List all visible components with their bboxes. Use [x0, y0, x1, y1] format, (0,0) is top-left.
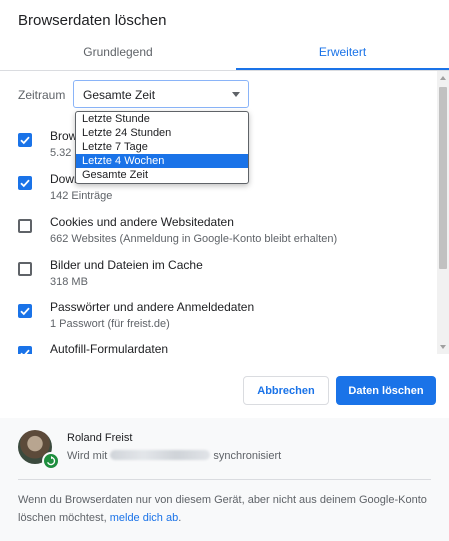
list-item-autofill[interactable]: Autofill-Formulardaten — [0, 342, 437, 354]
account-section: Roland Freist Wird mit synchronisiert — [0, 418, 449, 480]
list-item-cache[interactable]: Bilder und Dateien im Cache 318 MB — [0, 258, 437, 302]
info-body: Wenn du Browserdaten nur von diesem Gerä… — [18, 494, 427, 524]
tab-basic[interactable]: Grundlegend — [0, 36, 236, 70]
time-range-label: Zeitraum — [18, 88, 66, 102]
active-tab-indicator — [236, 68, 449, 70]
list-item-passwords[interactable]: Passwörter und andere Anmeldedaten 1 Pas… — [0, 300, 437, 344]
checkbox[interactable] — [18, 346, 32, 354]
tab-advanced[interactable]: Erweitert — [236, 36, 449, 70]
time-range-value: Gesamte Zeit — [83, 88, 156, 102]
list-item-cookies[interactable]: Cookies und andere Websitedaten 662 Webs… — [0, 215, 437, 259]
scrollbar-thumb[interactable] — [439, 87, 447, 269]
clear-data-button[interactable]: Daten löschen — [336, 376, 436, 405]
sync-status: Wird mit synchronisiert — [67, 450, 281, 462]
info-text: Wenn du Browserdaten nur von diesem Gerä… — [18, 491, 438, 527]
chevron-down-icon — [232, 92, 240, 97]
item-subtitle: 142 Einträge — [50, 190, 113, 202]
checkbox[interactable] — [18, 304, 32, 318]
checkmark-icon — [20, 179, 30, 188]
cancel-button[interactable]: Abbrechen — [243, 376, 329, 405]
sync-prefix: Wird mit — [67, 450, 108, 462]
scrollbar[interactable] — [437, 71, 449, 354]
time-range-dropdown: Letzte Stunde Letzte 24 Stunden Letzte 7… — [75, 111, 249, 184]
checkmark-icon — [20, 136, 30, 145]
item-title: Bilder und Dateien im Cache — [50, 258, 203, 272]
item-title: Cookies und andere Websitedaten — [50, 215, 234, 229]
dropdown-option[interactable]: Letzte 7 Tage — [76, 140, 248, 154]
checkbox[interactable] — [18, 219, 32, 233]
item-subtitle: 1 Passwort (für freist.de) — [50, 318, 170, 330]
user-name: Roland Freist — [67, 432, 133, 444]
dialog-title: Browserdaten löschen — [18, 12, 167, 29]
item-title: Passwörter und andere Anmeldedaten — [50, 300, 255, 314]
sync-suffix: synchronisiert — [213, 450, 282, 462]
dropdown-option[interactable]: Gesamte Zeit — [76, 168, 248, 182]
checkbox[interactable] — [18, 176, 32, 190]
item-subtitle: 662 Websites (Anmeldung in Google-Konto … — [50, 233, 338, 245]
info-section: Wenn du Browserdaten nur von diesem Gerä… — [0, 480, 449, 541]
tab-bar: Grundlegend Erweitert — [0, 36, 449, 71]
item-subtitle: 318 MB — [50, 276, 88, 288]
scroll-down-arrow-icon[interactable] — [440, 345, 446, 349]
redacted-email — [110, 450, 211, 460]
checkbox[interactable] — [18, 262, 32, 276]
checkmark-icon — [20, 349, 30, 354]
sync-icon — [42, 452, 60, 470]
info-end: . — [178, 512, 182, 524]
scroll-up-arrow-icon[interactable] — [440, 76, 446, 80]
item-subtitle: 5.32 — [50, 147, 72, 159]
checkmark-icon — [20, 307, 30, 316]
time-range-select[interactable]: Gesamte Zeit — [73, 80, 249, 108]
sign-out-link[interactable]: melde dich ab — [110, 512, 179, 524]
item-title: Brow — [50, 129, 78, 143]
dropdown-option-highlighted[interactable]: Letzte 4 Wochen — [76, 154, 248, 168]
dropdown-option[interactable]: Letzte 24 Stunden — [76, 126, 248, 140]
dropdown-option[interactable]: Letzte Stunde — [76, 112, 248, 126]
item-title: Autofill-Formulardaten — [50, 342, 169, 354]
checkbox[interactable] — [18, 133, 32, 147]
